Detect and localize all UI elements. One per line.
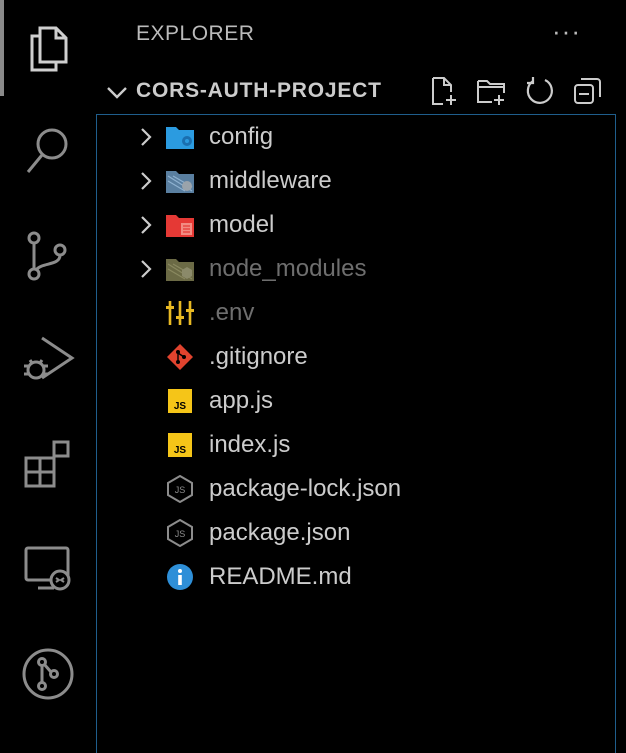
collapse-all-button[interactable] (570, 74, 604, 108)
js-file-icon: JS (168, 433, 192, 457)
sidebar-title: EXPLORER (136, 22, 255, 45)
new-folder-button[interactable] (474, 74, 508, 108)
section-actions (426, 74, 604, 108)
explorer-files-icon[interactable] (18, 18, 78, 78)
chevron-right-icon (141, 216, 152, 234)
tree-item-middleware[interactable]: middleware (97, 159, 615, 203)
env-file-icon (166, 301, 194, 325)
tree-item-model[interactable]: model (97, 203, 615, 247)
info-file-icon (167, 564, 193, 590)
tree-item-readme-md[interactable]: README.md (97, 555, 615, 599)
tree-item-label: README.md (209, 563, 352, 590)
run-debug-icon[interactable] (18, 330, 78, 390)
folder-node-icon (166, 259, 194, 281)
git-file-icon (167, 344, 193, 370)
tree-item-config[interactable]: config (97, 115, 615, 159)
tree-item-label: index.js (209, 431, 291, 458)
new-folder-icon (477, 80, 505, 105)
svg-text:JS: JS (174, 445, 187, 456)
refresh-button[interactable] (522, 74, 556, 108)
workspace-section-header[interactable]: CORS-AUTH-PROJECT (96, 70, 626, 114)
workspace-title: CORS-AUTH-PROJECT (136, 79, 382, 102)
tree-item-label: .gitignore (209, 343, 308, 370)
git-graph-icon[interactable] (18, 644, 78, 704)
chevron-down-icon (107, 87, 127, 99)
active-indicator (0, 0, 4, 96)
nodejs-file-icon: JS (167, 519, 193, 547)
extensions-icon[interactable] (18, 434, 78, 494)
chevron-right-icon (141, 128, 152, 146)
svg-text:JS: JS (174, 401, 187, 412)
search-icon[interactable] (18, 120, 78, 180)
new-file-icon (432, 77, 456, 105)
collapse-all-icon (574, 78, 601, 104)
tree-item-gitignore[interactable]: .gitignore (97, 335, 615, 379)
tree-item-package-json[interactable]: JS package.json (97, 511, 615, 555)
tree-item-label: middleware (209, 167, 332, 194)
svg-text:JS: JS (175, 529, 186, 539)
refresh-icon (526, 77, 553, 104)
tree-item-label: model (209, 211, 275, 238)
activity-bar (0, 0, 96, 753)
tree-item-label: config (209, 123, 274, 150)
chevron-right-icon (141, 172, 152, 190)
source-control-icon[interactable] (18, 226, 78, 286)
tree-item-package-lock-json[interactable]: JS package-lock.json (97, 467, 615, 511)
tree-item-label: .env (209, 299, 255, 326)
js-file-icon: JS (168, 389, 192, 413)
tree-item-index-js[interactable]: JS index.js (97, 423, 615, 467)
tree-item-node-modules[interactable]: node_modules (97, 247, 615, 291)
explorer-sidebar: EXPLORER ··· CORS-AUTH-PROJECT config mi… (96, 0, 626, 753)
tree-item-label: app.js (209, 387, 274, 414)
folder-middleware-icon (166, 171, 194, 193)
nodejs-file-icon: JS (167, 475, 193, 503)
tree-item-label: package.json (209, 519, 351, 546)
folder-model-icon (166, 215, 194, 237)
remote-explorer-icon[interactable] (18, 540, 78, 600)
folder-config-icon (166, 127, 194, 149)
new-file-button[interactable] (426, 74, 460, 108)
more-actions-button[interactable]: ··· (552, 16, 581, 47)
tree-item-label: package-lock.json (209, 475, 402, 502)
tree-item-label: node_modules (209, 255, 367, 282)
chevron-right-icon (141, 260, 152, 278)
tree-item-app-js[interactable]: JS app.js (97, 379, 615, 423)
svg-text:JS: JS (175, 485, 186, 495)
tree-item-env[interactable]: .env (97, 291, 615, 335)
file-tree: config middleware model node_modules .en… (96, 114, 616, 753)
